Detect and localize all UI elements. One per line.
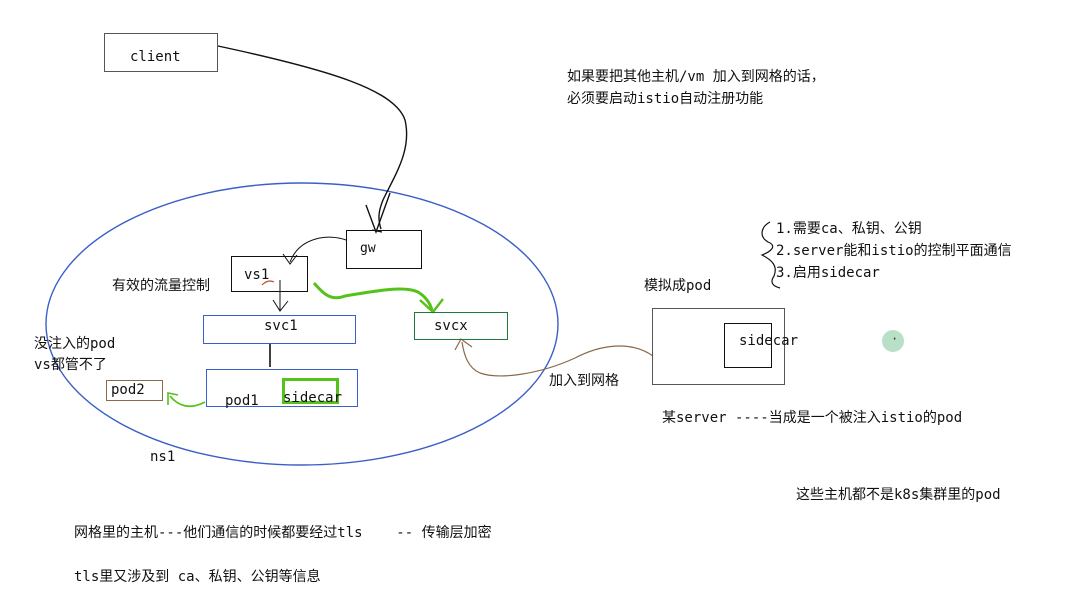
svc1-label: svc1 bbox=[264, 318, 298, 334]
join-mesh-note: 加入到网格 bbox=[549, 373, 619, 389]
not-injected-note-2: vs都管不了 bbox=[34, 357, 107, 373]
pod1-sidecar-label: sidecar bbox=[283, 390, 343, 406]
svcx-label: svcx bbox=[434, 318, 468, 334]
pod1-label: pod1 bbox=[225, 393, 259, 409]
simulate-pod-note: 模拟成pod bbox=[644, 278, 712, 294]
bottom-note-line-1: 网格里的主机---他们通信的时候都要经过tls -- 传输层加密 bbox=[74, 525, 492, 541]
client-to-gw-arrow bbox=[217, 45, 408, 230]
requirement-3: 3.启用sidecar bbox=[776, 265, 880, 281]
requirement-2: 2.server能和istio的控制平面通信 bbox=[776, 243, 1012, 259]
gw-label: gw bbox=[360, 241, 376, 256]
top-note-line-1: 如果要把其他主机/vm 加入到网格的话， bbox=[567, 69, 825, 85]
requirement-1: 1.需要ca、私钥、公钥 bbox=[776, 221, 922, 237]
pod1-to-pod2-arrow bbox=[169, 395, 206, 408]
cursor-indicator-mark: · bbox=[891, 332, 899, 346]
not-k8s-note: 这些主机都不是k8s集群里的pod bbox=[796, 487, 1001, 503]
external-to-svcx-arrow bbox=[461, 341, 654, 377]
pod2-label: pod2 bbox=[111, 382, 145, 398]
server-note: 某server ----当成是一个被注入istio的pod bbox=[662, 410, 963, 426]
vs1-to-svcx-arrow bbox=[312, 282, 434, 311]
gw-box[interactable] bbox=[346, 230, 422, 269]
effective-traffic-note: 有效的流量控制 bbox=[112, 278, 210, 294]
external-sidecar-label: sidecar bbox=[739, 333, 799, 349]
bottom-note-line-2: tls里又涉及到 ca、私钥、公钥等信息 bbox=[74, 569, 321, 585]
vs1-label: vs1 bbox=[244, 267, 270, 283]
vs1-box[interactable] bbox=[231, 256, 308, 292]
cursor-indicator: · bbox=[882, 330, 904, 352]
client-label: client bbox=[130, 49, 181, 65]
top-note-line-2: 必须要启动istio自动注册功能 bbox=[567, 91, 764, 107]
not-injected-note-1: 没注入的pod bbox=[34, 336, 116, 352]
client-to-gw-arrowhead bbox=[365, 192, 391, 235]
ns1-label: ns1 bbox=[150, 449, 176, 465]
